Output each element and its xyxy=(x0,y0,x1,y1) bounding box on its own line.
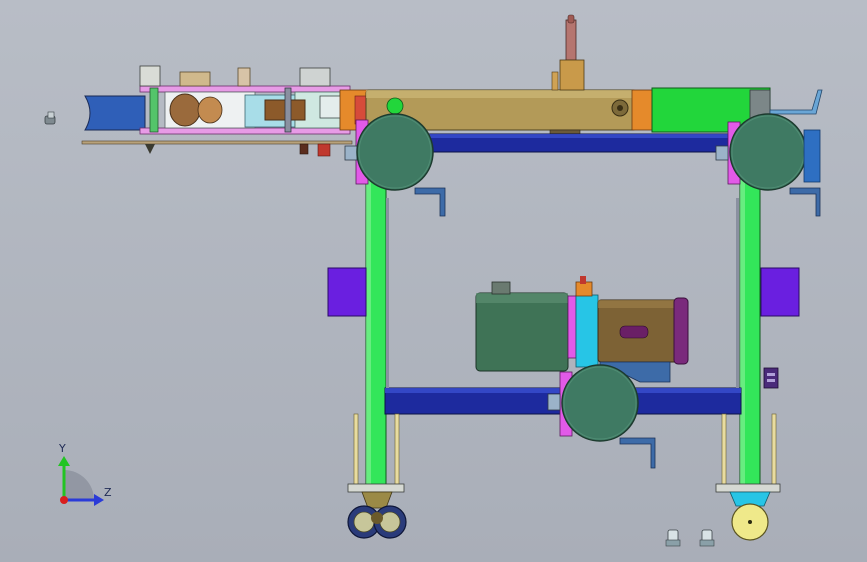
cad-viewport[interactable]: Y Z xyxy=(0,0,867,562)
triad-y-label: Y xyxy=(59,442,66,455)
caster-wheel-left[interactable] xyxy=(347,491,407,539)
side-counterweight-left[interactable] xyxy=(327,267,367,317)
loose-bolt-part[interactable] xyxy=(44,111,56,125)
triad-z-label: Z xyxy=(104,486,112,499)
cad-model-scene[interactable] xyxy=(0,0,867,562)
motor-pump-unit[interactable] xyxy=(475,276,689,383)
gripper-assembly[interactable] xyxy=(81,65,353,157)
side-counterweight-right[interactable] xyxy=(760,267,800,317)
control-box[interactable] xyxy=(763,367,779,389)
caster-wheel-right[interactable] xyxy=(729,491,771,541)
wheel-top-right[interactable] xyxy=(715,113,821,217)
view-orientation-triad[interactable] xyxy=(58,456,104,506)
loose-fittings[interactable] xyxy=(665,529,715,547)
